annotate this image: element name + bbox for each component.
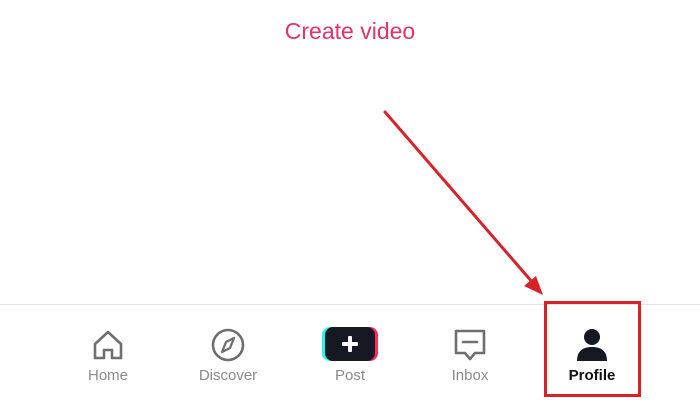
tab-discover[interactable]: Discover	[178, 305, 278, 401]
annotation-arrow-line	[383, 110, 535, 285]
tab-home[interactable]: Home	[58, 305, 158, 401]
tab-label-inbox: Inbox	[451, 367, 489, 384]
annotation-arrow-head	[524, 276, 543, 295]
tab-profile[interactable]: Profile	[544, 305, 640, 401]
compass-icon	[211, 328, 245, 362]
tab-label-home: Home	[87, 367, 128, 384]
plus-icon	[322, 327, 378, 361]
tab-inbox[interactable]: Inbox	[420, 305, 520, 401]
tab-post[interactable]: Post	[300, 305, 400, 401]
bottom-tab-bar: Home Discover Post Inbox Profile	[0, 304, 700, 401]
home-icon	[93, 330, 123, 360]
inbox-icon	[454, 329, 486, 361]
tab-label-profile: Profile	[568, 367, 616, 384]
tab-label-discover: Discover	[198, 367, 258, 384]
create-video-link[interactable]: Create video	[0, 18, 700, 45]
tab-label-post: Post	[334, 367, 365, 384]
person-icon	[577, 329, 607, 361]
